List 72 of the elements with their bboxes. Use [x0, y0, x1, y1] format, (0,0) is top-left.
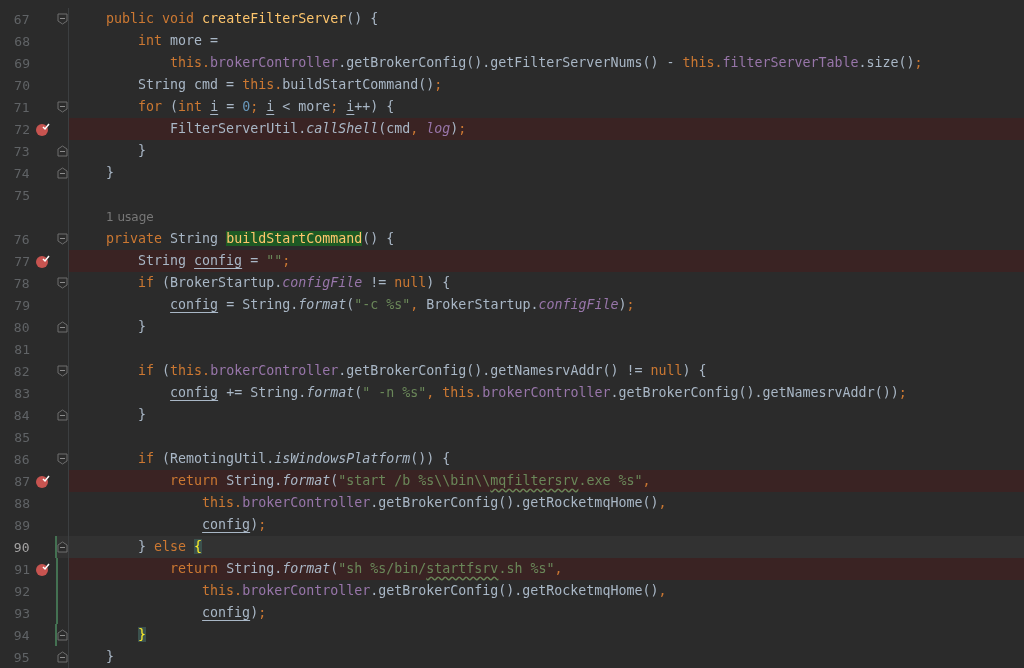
- line-number: 94: [12, 627, 30, 643]
- code-line: config);: [201, 604, 267, 622]
- line-number: 69: [13, 55, 30, 71]
- fold-end-icon[interactable]: [57, 651, 68, 663]
- code-line: return String.format("sh %s/bin/startfsrv.sh %s",: [169, 560, 563, 578]
- breakpoint-icon[interactable]: [36, 474, 50, 488]
- fold-icon[interactable]: [57, 453, 68, 465]
- fold-icon[interactable]: [57, 13, 68, 25]
- line-number: 71: [12, 99, 30, 115]
- line-number: 80: [12, 319, 30, 335]
- line-number: 81: [13, 341, 30, 357]
- line-number: 91: [13, 561, 30, 577]
- line-number: 73: [12, 143, 30, 159]
- breakpoint-icon[interactable]: [36, 562, 50, 576]
- line-number: 78: [12, 275, 30, 291]
- code-line: if (RemotingUtil.isWindowsPlatform()) {: [137, 450, 451, 468]
- code-line: }: [105, 164, 115, 182]
- line-number: 77: [13, 253, 30, 269]
- code-line: this.brokerController.getBrokerConfig().getRocketmqHome(),: [201, 582, 667, 600]
- line-number: 72: [13, 121, 30, 137]
- line-number: 70: [13, 77, 30, 93]
- usage-hint[interactable]: 1 usage: [106, 210, 154, 224]
- code-line: }: [137, 318, 147, 336]
- code-line: String cmd = this.buildStartCommand();: [137, 76, 443, 94]
- code-line: } else {: [137, 538, 203, 556]
- line-number: 68: [13, 33, 30, 49]
- fold-icon[interactable]: [57, 365, 68, 377]
- breakpoint-icon[interactable]: [36, 122, 50, 136]
- line-number: 87: [13, 473, 30, 489]
- code-line: }: [105, 648, 115, 666]
- code-line: config += String.format(" -n %s", this.brokerController.getBrokerConfig().getNamesrvAddr());: [169, 384, 907, 402]
- fold-end-icon[interactable]: [57, 409, 68, 421]
- code-line: this.brokerController.getBrokerConfig().getRocketmqHome(),: [201, 494, 667, 512]
- line-number: 92: [13, 583, 30, 599]
- fold-end-icon[interactable]: [57, 541, 68, 553]
- line-number: 76: [12, 231, 30, 247]
- line-number: 85: [13, 429, 30, 445]
- code-line: for (int i = 0; i < more; i++) {: [137, 98, 395, 116]
- fold-end-icon[interactable]: [57, 321, 68, 333]
- fold-end-icon[interactable]: [57, 629, 68, 641]
- code-line: config);: [201, 516, 267, 534]
- fold-icon[interactable]: [57, 101, 68, 113]
- fold-end-icon[interactable]: [57, 145, 68, 157]
- code-line: return String.format("start /b %s\\bin\\mqfiltersrv.exe %s",: [169, 472, 651, 490]
- code-line: private String buildStartCommand() {: [105, 230, 395, 248]
- line-number: 88: [13, 495, 30, 511]
- code-line: String config = "";: [137, 252, 291, 270]
- fold-end-icon[interactable]: [57, 167, 68, 179]
- line-number: 93: [13, 605, 30, 621]
- code-line: }: [137, 142, 147, 160]
- line-number: 86: [12, 451, 30, 467]
- line-number: 82: [12, 363, 30, 379]
- code-line: }: [137, 406, 147, 424]
- code-line: if (this.brokerController.getBrokerConfig().getNamesrvAddr() != null) {: [137, 362, 707, 380]
- line-number: 67: [12, 11, 30, 27]
- line-number: 74: [12, 165, 30, 181]
- line-number: 83: [13, 385, 30, 401]
- code-line: public void createFilterServer() {: [105, 10, 379, 28]
- line-number: 79: [13, 297, 30, 313]
- code-line: this.brokerController.getBrokerConfig().getFilterServerNums() - this.filterServerTable.size();: [169, 54, 923, 72]
- line-number: 90: [12, 539, 30, 555]
- line-number: 95: [12, 649, 30, 665]
- code-line: config = String.format("-c %s", BrokerStartup.configFile);: [169, 296, 635, 314]
- line-number: 89: [13, 517, 30, 533]
- breakpoint-icon[interactable]: [36, 254, 50, 268]
- line-number: 84: [12, 407, 30, 423]
- code-line: FilterServerUtil.callShell(cmd, log);: [169, 120, 467, 138]
- code-line: int more =: [137, 32, 219, 50]
- code-line: if (BrokerStartup.configFile != null) {: [137, 274, 451, 292]
- fold-icon[interactable]: [57, 277, 68, 289]
- line-number: 75: [13, 187, 30, 203]
- fold-icon[interactable]: [57, 233, 68, 245]
